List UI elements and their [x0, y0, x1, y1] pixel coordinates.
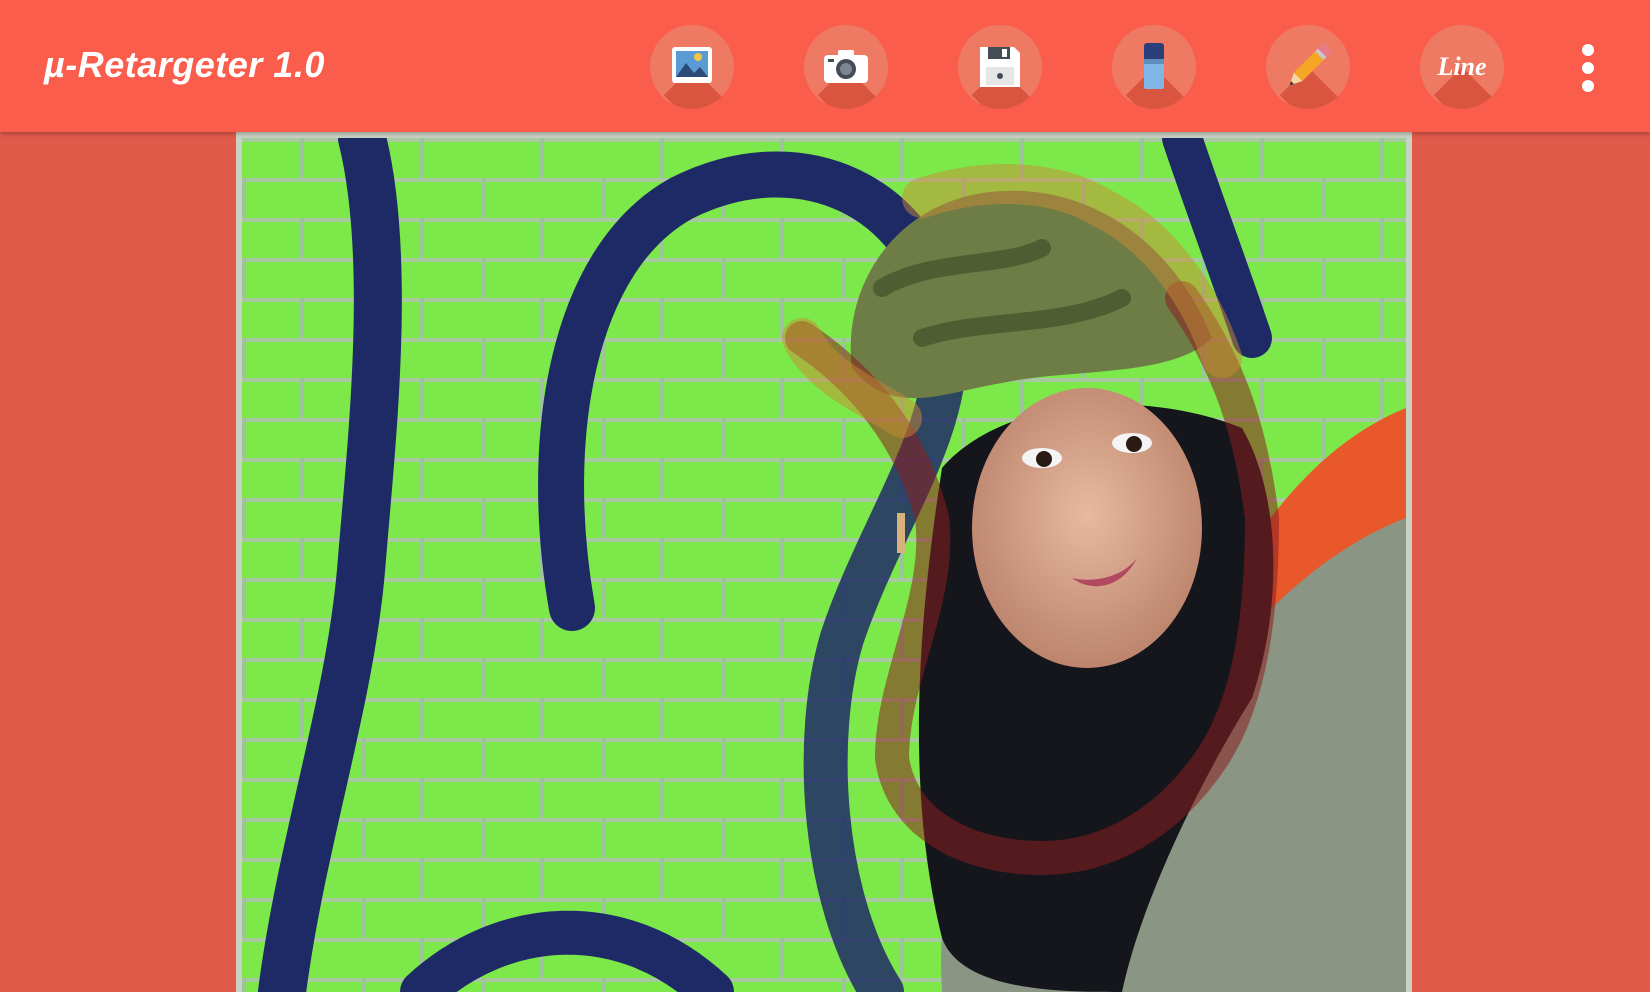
- pencil-button[interactable]: [1266, 25, 1350, 109]
- line-mode-button[interactable]: Line: [1420, 25, 1504, 109]
- floppy-disk-save-icon: [980, 47, 1020, 87]
- app-title: µ-Retargeter 1.0: [44, 44, 325, 85]
- line-mode-icon: Line: [1437, 52, 1487, 81]
- more-vert-icon: [1582, 44, 1594, 56]
- pencil-icon: [1289, 42, 1333, 86]
- save-button[interactable]: [958, 25, 1042, 109]
- camera-icon: [824, 50, 868, 83]
- camera-button[interactable]: [804, 25, 888, 109]
- open-gallery-button[interactable]: [650, 25, 734, 109]
- more-vert-dot: [1582, 80, 1594, 92]
- app-bar: µ-Retargeter 1.0 Line: [0, 0, 1650, 132]
- image-canvas[interactable]: [236, 132, 1412, 992]
- image-gallery-icon: [672, 47, 712, 83]
- more-vert-dot: [1582, 62, 1594, 74]
- eraser-button[interactable]: [1112, 25, 1196, 109]
- photo-with-graffiti-and-portrait: [242, 138, 1406, 992]
- eraser-icon: [1144, 43, 1164, 89]
- more-options-button[interactable]: [1568, 40, 1608, 96]
